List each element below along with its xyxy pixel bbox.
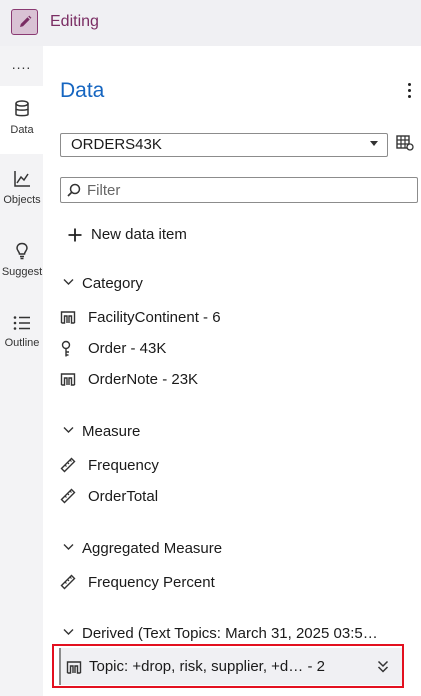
mode-label: Editing: [50, 13, 99, 30]
data-panel: Data ORDERS43K New data item Category Fa…: [43, 46, 421, 696]
plus-icon: [68, 228, 82, 242]
database-icon: [14, 100, 29, 117]
left-rail: .... Data Objects Suggest Outline: [0, 46, 43, 696]
edit-mode-button[interactable]: [11, 9, 38, 35]
more-icon[interactable]: ....: [0, 50, 43, 78]
new-data-item-label: New data item: [91, 226, 187, 243]
rail-item-suggest[interactable]: Suggest: [0, 230, 43, 298]
filter-input[interactable]: [87, 180, 407, 200]
measure-icon: [60, 457, 76, 473]
data-source-select[interactable]: ORDERS43K: [60, 133, 388, 157]
measure-icon: [60, 574, 76, 590]
more-options-icon[interactable]: [406, 83, 412, 99]
key-icon: [61, 340, 71, 357]
rail-item-objects[interactable]: Objects: [0, 158, 43, 226]
rail-item-data[interactable]: Data: [0, 86, 43, 154]
highlight-box: [52, 644, 404, 688]
dropdown-arrow-icon: [370, 141, 378, 146]
chevron-down-icon: [63, 427, 74, 433]
list-icon: [13, 316, 30, 330]
panel-title: Data: [60, 79, 105, 102]
chevron-down-icon: [63, 544, 74, 550]
lightbulb-icon: [15, 242, 28, 260]
line-chart-icon: [13, 171, 30, 187]
data-source-value: ORDERS43K: [71, 136, 162, 153]
category-icon: [60, 373, 76, 386]
pencil-icon: [20, 15, 32, 27]
measure-icon: [60, 488, 76, 504]
filter-field[interactable]: [60, 177, 418, 203]
rail-item-outline[interactable]: Outline: [0, 302, 43, 370]
chevron-down-icon: [63, 279, 74, 285]
category-icon: [60, 311, 76, 324]
search-icon: [67, 183, 81, 197]
top-bar: Editing: [0, 0, 421, 46]
chevron-down-icon: [63, 629, 74, 635]
data-source-details-icon[interactable]: [396, 135, 414, 151]
